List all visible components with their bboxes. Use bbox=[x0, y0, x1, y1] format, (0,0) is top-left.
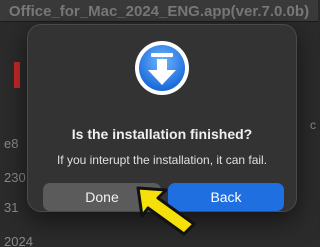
window-title: Office_for_Mac_2024_ENG.app(ver.7.0.0b) bbox=[0, 0, 318, 22]
background-text-fragment: 230 bbox=[4, 170, 26, 185]
pointer-arrow-icon bbox=[136, 186, 196, 236]
dialog-title: Is the installation finished? bbox=[71, 126, 253, 142]
background-text-fragment: 31 bbox=[4, 200, 19, 215]
background-text-fragment: c bbox=[310, 118, 316, 132]
background-text-fragment: 2024 bbox=[4, 234, 33, 247]
download-arrow-icon bbox=[135, 41, 189, 95]
background-text-fragment: e8 bbox=[4, 136, 19, 151]
background-red-marker bbox=[14, 62, 20, 88]
dialog-message: If you interupt the installation, it can… bbox=[56, 153, 268, 167]
